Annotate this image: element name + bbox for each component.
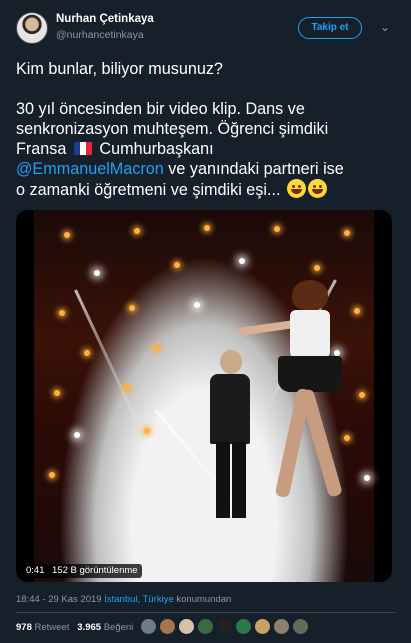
stage-light [274, 226, 280, 232]
liker-avatars [140, 618, 340, 638]
stage-light [194, 302, 200, 308]
stage-light [59, 310, 65, 316]
stage-light [239, 258, 245, 264]
stage-light [134, 228, 140, 234]
chevron-down-icon[interactable]: ⌄ [376, 18, 394, 36]
stage-light [204, 225, 210, 231]
stage-light [64, 232, 70, 238]
video-views: 152 B görüntülenme [48, 564, 142, 578]
stage-light-beam [74, 289, 145, 436]
tweet-timestamp: 18:44 - 29 Kas 2019 İstanbul, Türkiye ko… [16, 594, 231, 605]
video-duration: 0:41 [22, 564, 49, 578]
avatar[interactable] [16, 12, 48, 44]
tweet-word: o zamanki öğretmeni ve şimdiki eşi... [16, 181, 285, 199]
stage-light [84, 350, 90, 356]
tweet-line: senkronizasyon muhteşem. Öğrenci şimdiki [16, 120, 329, 138]
liker-avatar[interactable] [140, 618, 157, 635]
location-suffix: konumundan [173, 594, 232, 605]
author-handle[interactable]: @nurhancetinkaya [56, 29, 144, 41]
stage-light [154, 345, 160, 351]
liker-avatar[interactable] [178, 618, 195, 635]
stage-light [124, 385, 130, 391]
like-count[interactable]: 3.965 [77, 622, 101, 633]
tweet-line: Kim bunlar, biliyor musunuz? [16, 60, 223, 78]
tweet-header: Nurhan Çetinkaya @nurhancetinkaya Takip … [16, 12, 396, 48]
tweet-word: Fransa [16, 140, 67, 158]
stage-light [144, 428, 150, 434]
stage-light [49, 472, 55, 478]
author-name[interactable]: Nurhan Çetinkaya [56, 13, 154, 25]
tweet-line: 30 yıl öncesinden bir video klip. Dans v… [16, 100, 305, 118]
retweet-label[interactable]: Retweet [35, 622, 70, 633]
divider [16, 612, 396, 613]
retweet-count[interactable]: 978 [16, 622, 32, 633]
grinning-face-icon [287, 179, 306, 198]
tweet-time[interactable]: 18:44 - 29 Kas 2019 [16, 594, 102, 605]
liker-avatar[interactable] [235, 618, 252, 635]
stage-light [129, 305, 135, 311]
stage-light [314, 265, 320, 271]
tweet-location[interactable]: İstanbul, Türkiye [104, 594, 174, 605]
liker-avatar[interactable] [159, 618, 176, 635]
video-frame[interactable] [34, 210, 374, 582]
stage-light [174, 262, 180, 268]
video-player[interactable]: 0:41 152 B görüntülenme [16, 210, 392, 582]
liker-avatar[interactable] [216, 618, 233, 635]
france-flag-icon [73, 142, 92, 155]
female-dancer [237, 280, 376, 520]
tweet-text: Kim bunlar, biliyor musunuz? 30 yıl önce… [16, 59, 396, 200]
tweet-stats: 978 Retweet 3.965 Beğeni [16, 622, 133, 633]
smiley-face-icon [308, 179, 327, 198]
follow-button[interactable]: Takip et [298, 17, 362, 39]
stage-light [94, 270, 100, 276]
tweet-word: Cumhurbaşkanı [99, 140, 214, 158]
tweet-word: ve yanındaki partneri ise [163, 160, 344, 178]
liker-avatar[interactable] [197, 618, 214, 635]
stage-light [344, 230, 350, 236]
male-dancer [204, 350, 260, 520]
like-label[interactable]: Beğeni [104, 622, 134, 633]
liker-avatar[interactable] [273, 618, 290, 635]
stage-light [74, 432, 80, 438]
liker-avatar[interactable] [254, 618, 271, 635]
stage-light [54, 390, 60, 396]
mention-link[interactable]: @EmmanuelMacron [16, 160, 164, 178]
liker-avatar[interactable] [292, 618, 309, 635]
